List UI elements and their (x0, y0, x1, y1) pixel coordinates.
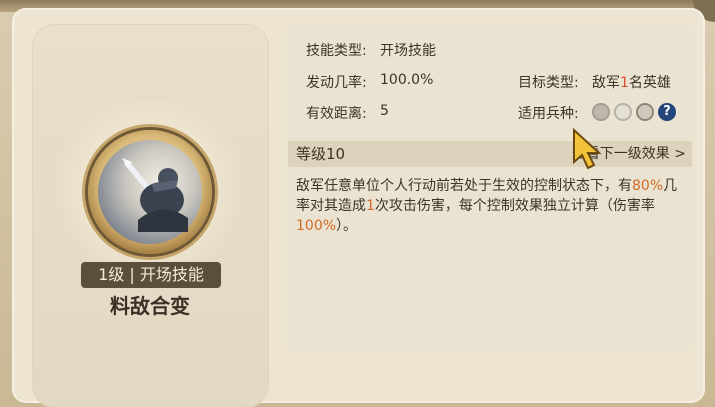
archer-icon[interactable] (636, 103, 654, 121)
shield-icon[interactable] (614, 103, 632, 121)
target-type-label: 目标类型: (518, 75, 579, 91)
effective-range-value: 5 (380, 103, 389, 119)
skill-level-label: 等级10 (296, 145, 346, 163)
mouse-cursor-icon (573, 128, 602, 170)
skill-type-label: 技能类型: (306, 43, 367, 59)
effective-range-label: 有效距离: (306, 106, 367, 122)
trigger-rate-value: 100.0% (380, 72, 434, 88)
desc-rate-highlight: 80% (632, 178, 664, 194)
trigger-rate-label: 发动几率: (306, 75, 367, 91)
desc-count-highlight: 1 (366, 198, 375, 214)
target-count: 1 (620, 75, 629, 91)
skill-name: 料敌合变 (110, 294, 190, 318)
desc-damage-highlight: 100% (296, 218, 337, 234)
skill-type-value: 开场技能 (380, 43, 436, 59)
skill-medal (88, 130, 212, 254)
skill-description: 敌军任意单位个人行动前若处于生效的控制状态下，有80%几率对其造成1次攻击伤害，… (296, 178, 678, 234)
help-icon[interactable]: ? (658, 103, 676, 121)
warrior-portrait-icon (98, 140, 202, 244)
cavalry-icon[interactable] (592, 103, 610, 121)
troop-types-label: 适用兵种: (518, 106, 579, 122)
target-type-value: 敌军1名英雄 (592, 75, 671, 91)
skill-level-tag: 1级 | 开场技能 (81, 262, 221, 288)
